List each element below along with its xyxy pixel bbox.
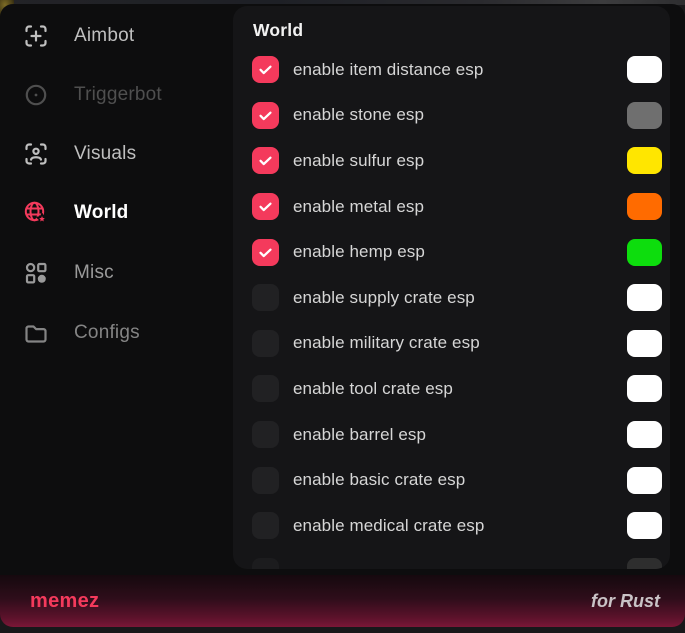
checkmark-icon [257,152,274,169]
esp-color-swatch[interactable] [627,467,662,494]
esp-row: enable medical crate esp [233,503,670,549]
checkmark-icon [257,244,274,261]
sidebar-item-aimbot[interactable]: Aimbot [0,16,233,56]
world-settings-panel: World enable item distance esp enable sto… [233,6,670,569]
esp-checkbox[interactable] [252,284,279,311]
esp-label: enable supply crate esp [293,288,475,308]
esp-label: enable military crate esp [293,333,480,353]
checkmark-icon [257,107,274,124]
panel-title: World [253,20,303,41]
esp-checkbox[interactable] [252,467,279,494]
sidebar: Aimbot Triggerbot [0,4,233,575]
esp-color-swatch[interactable] [627,421,662,448]
esp-label: enable tool crate esp [293,379,453,399]
esp-label: enable metal esp [293,197,424,217]
cheat-menu-window: Aimbot Triggerbot [0,4,685,627]
sidebar-item-label: Configs [74,322,140,344]
sidebar-item-label: Misc [74,262,114,284]
esp-color-swatch[interactable] [627,512,662,539]
sidebar-item-visuals[interactable]: Visuals [0,134,233,174]
esp-checkbox[interactable] [252,147,279,174]
esp-label: enable item distance esp [293,60,483,80]
esp-checkbox[interactable] [252,102,279,129]
esp-color-swatch[interactable] [627,284,662,311]
esp-row: enable metal esp [233,184,670,230]
esp-row: enable sulfur esp [233,138,670,184]
esp-checkbox[interactable] [252,375,279,402]
esp-color-swatch[interactable] [627,102,662,129]
esp-color-swatch[interactable] [627,375,662,402]
sidebar-item-label: World [74,202,128,224]
brand-name: memez [30,590,99,613]
brand-tagline: for Rust [591,591,660,612]
esp-checkbox[interactable] [252,330,279,357]
visuals-icon [22,140,50,168]
esp-row: enable supply crate esp [233,275,670,321]
esp-row: enable military crate esp [233,321,670,367]
esp-label: enable barrel esp [293,425,426,445]
esp-color-swatch[interactable] [627,147,662,174]
esp-row: enable tool crate esp [233,366,670,412]
sidebar-item-configs[interactable]: Configs [0,313,233,353]
esp-color-swatch[interactable] [627,558,662,569]
checkmark-icon [257,61,274,78]
misc-icon [22,259,50,287]
configs-icon [22,319,50,347]
esp-color-swatch[interactable] [627,330,662,357]
esp-row: enable item distance esp [233,47,670,93]
checkmark-icon [257,198,274,215]
sidebar-item-misc[interactable]: Misc [0,253,233,293]
esp-checkbox[interactable] [252,421,279,448]
esp-row: enable barrel esp [233,412,670,458]
sidebar-item-label: Triggerbot [74,84,162,106]
esp-checkbox[interactable] [252,558,279,569]
aimbot-icon [22,22,50,50]
esp-row: enable basic crate esp [233,457,670,503]
triggerbot-icon [22,81,50,109]
esp-label: enable sulfur esp [293,151,424,171]
esp-checkbox[interactable] [252,512,279,539]
esp-label: enable basic crate esp [293,470,465,490]
esp-color-swatch[interactable] [627,239,662,266]
esp-color-swatch[interactable] [627,193,662,220]
sidebar-item-label: Aimbot [74,25,134,47]
esp-checkbox[interactable] [252,239,279,266]
esp-row: enable stone esp [233,93,670,139]
esp-label: enable stone esp [293,105,424,125]
world-icon [22,199,50,227]
sidebar-item-label: Visuals [74,143,136,165]
esp-label: enable medical crate esp [293,516,484,536]
esp-row: enable hemp esp [233,229,670,275]
esp-checkbox[interactable] [252,56,279,83]
esp-label: enable hemp esp [293,242,425,262]
esp-color-swatch[interactable] [627,56,662,83]
sidebar-item-world[interactable]: World [0,193,233,233]
esp-row-partial [233,549,670,569]
esp-checkbox[interactable] [252,193,279,220]
esp-options-list: enable item distance esp enable stone esp… [233,47,670,569]
sidebar-item-triggerbot[interactable]: Triggerbot [0,75,233,115]
footer-bar: memez for Rust [0,575,685,627]
